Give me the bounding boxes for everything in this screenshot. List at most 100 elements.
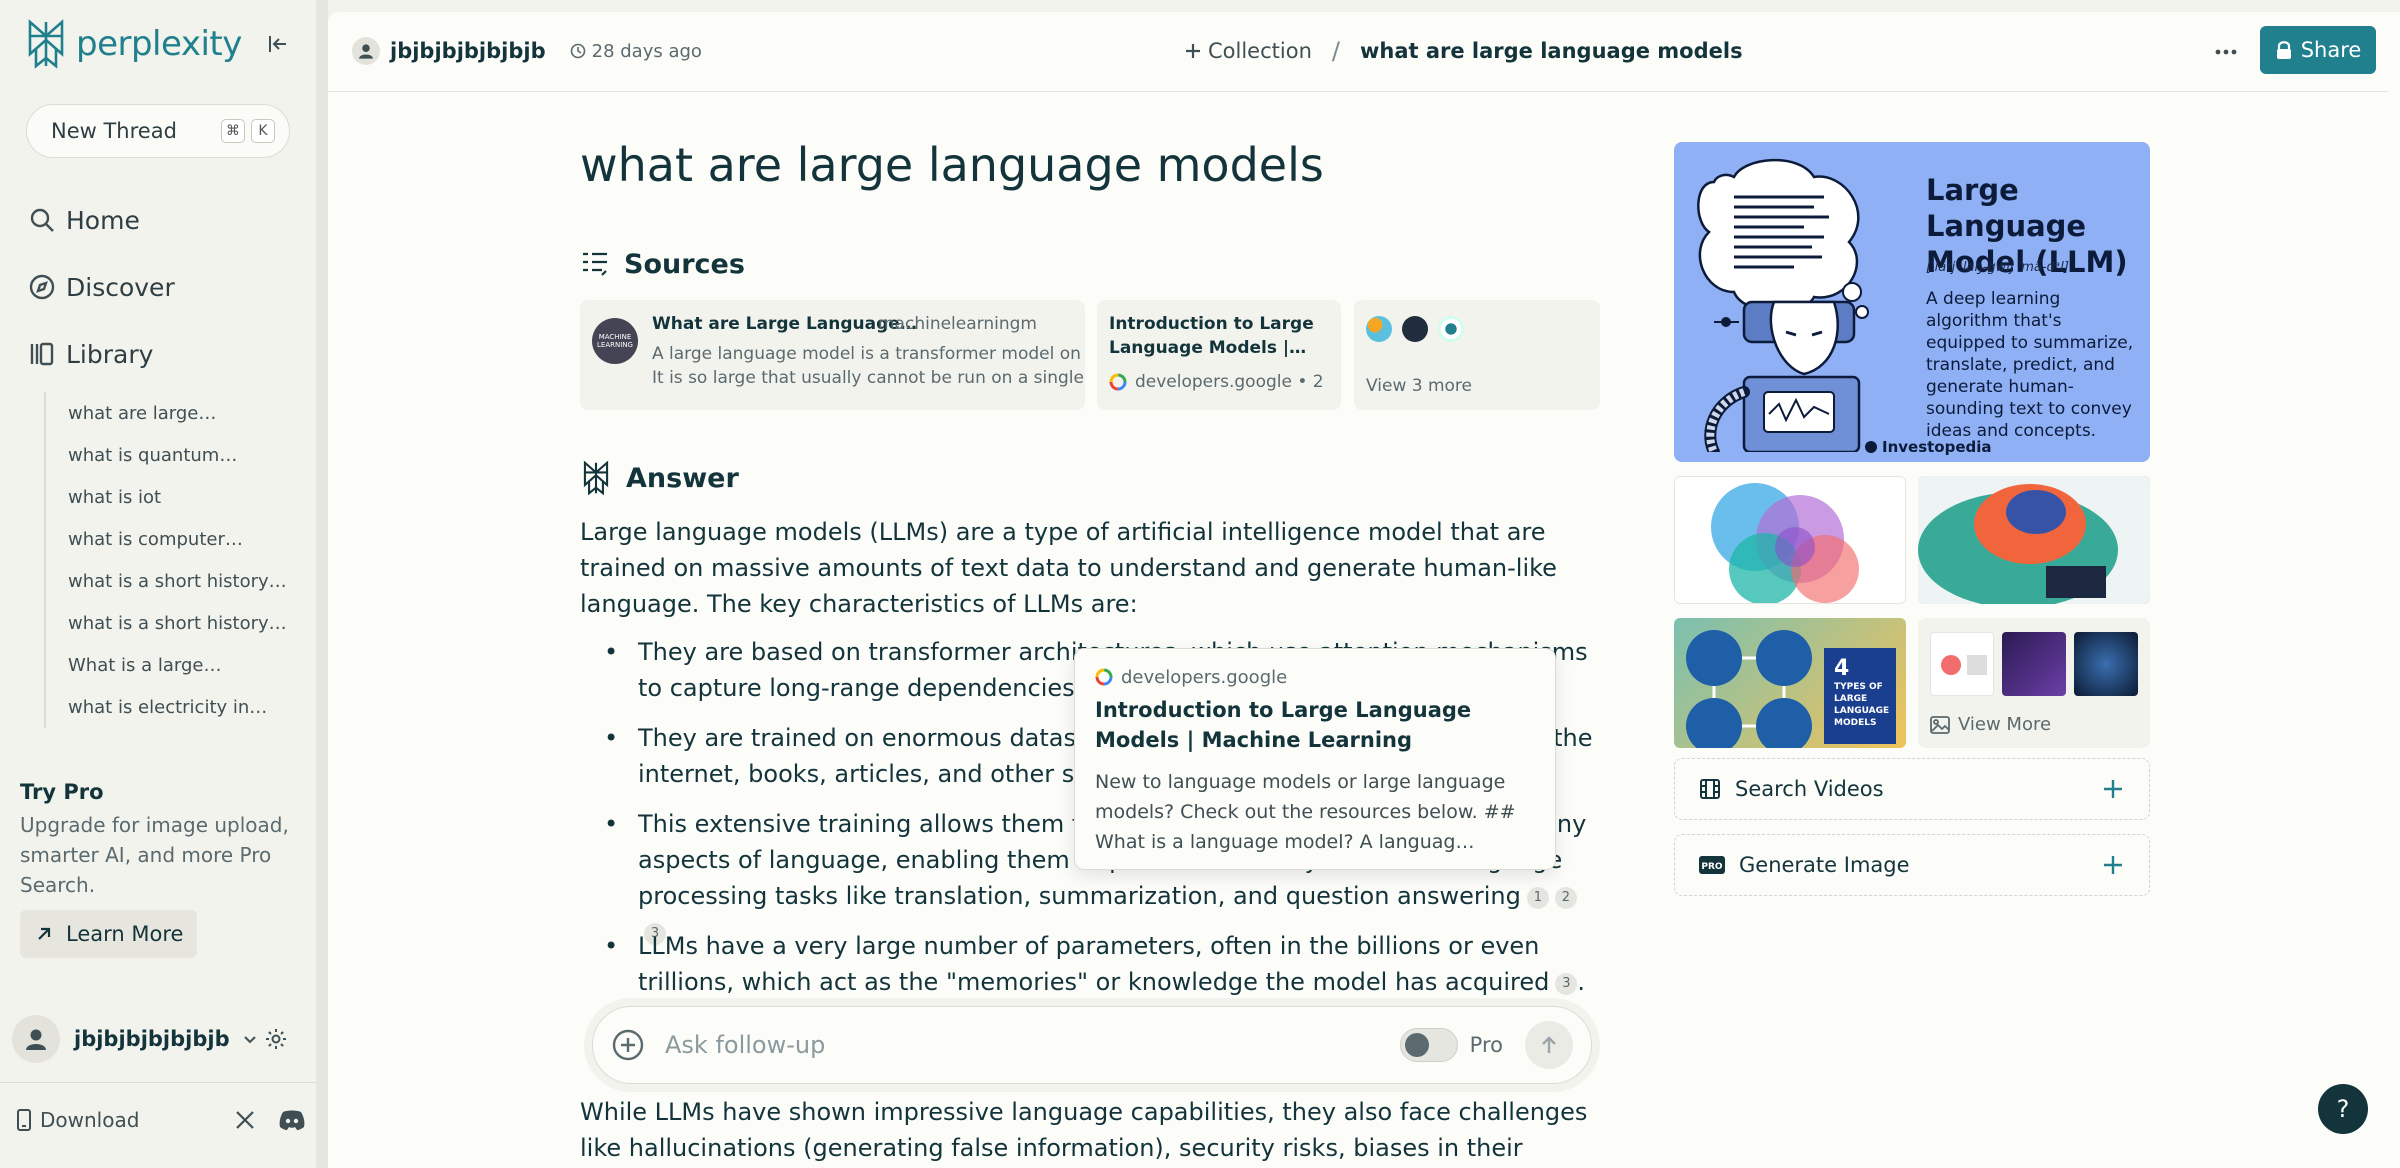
source-card[interactable]: MACHINE LEARNING What are Large Language… bbox=[580, 300, 1085, 410]
avatar bbox=[12, 1015, 60, 1063]
image-thumbnail[interactable]: 4 TYPES OF LARGE LANGUAGE MODELS bbox=[1674, 618, 1906, 748]
citation-badge[interactable]: 2 bbox=[1554, 887, 1577, 909]
download-link[interactable]: Download bbox=[40, 1108, 234, 1132]
ask-followup-input[interactable] bbox=[665, 1031, 1400, 1059]
sidebar-item-library[interactable]: Library bbox=[28, 334, 153, 374]
gear-icon[interactable] bbox=[264, 1027, 288, 1051]
film-icon bbox=[1700, 779, 1720, 799]
user-name: jbjbjbjbjbjbjb bbox=[74, 1027, 230, 1051]
logo[interactable]: perplexity bbox=[24, 16, 300, 72]
image-icon bbox=[1930, 715, 1950, 734]
shortcut-key-cmd: ⌘ bbox=[221, 119, 245, 143]
new-thread-button[interactable]: New Thread ⌘ K bbox=[26, 104, 290, 158]
view-more-sources-card[interactable]: View 3 more bbox=[1354, 300, 1600, 410]
try-pro-title: Try Pro bbox=[20, 780, 104, 804]
send-button[interactable] bbox=[1525, 1021, 1573, 1069]
generate-image-button[interactable]: PRO Generate Image bbox=[1674, 834, 2150, 896]
popover-domain: developers.google bbox=[1095, 663, 1535, 691]
help-button[interactable]: ? bbox=[2318, 1084, 2368, 1134]
image-thumbnail[interactable] bbox=[1674, 476, 1906, 604]
learn-more-button[interactable]: Learn More bbox=[20, 910, 198, 958]
page-title: what are large language models bbox=[580, 138, 1324, 192]
learn-more-label: Learn More bbox=[66, 922, 184, 946]
search-icon bbox=[30, 208, 54, 232]
sources-heading: Sources bbox=[580, 244, 745, 284]
answer-bullet: LLMs have a very large number of paramet… bbox=[604, 928, 1604, 1000]
thread-header: jbjbjbjbjbjbjb 28 days ago Collection / … bbox=[328, 12, 2388, 92]
types-count: 4 bbox=[1834, 656, 1850, 681]
compass-icon bbox=[29, 274, 55, 300]
hero-brand: Investopedia bbox=[1864, 438, 1992, 456]
source-card[interactable]: Introduction to Large Language Models |…… bbox=[1097, 300, 1341, 410]
library-item[interactable]: what is a short history… bbox=[46, 560, 294, 602]
lock-icon bbox=[2276, 41, 2291, 59]
source-thumb-text: MACHINE LEARNING bbox=[597, 333, 633, 349]
main-panel: jbjbjbjbjbjbjb 28 days ago Collection / … bbox=[328, 12, 2400, 1168]
mini-thumbnail bbox=[2002, 632, 2066, 696]
user-menu[interactable]: jbjbjbjbjbjbjb bbox=[12, 1012, 304, 1066]
view-more-row: View More bbox=[1930, 714, 2051, 735]
answer-heading: Answer bbox=[580, 458, 739, 498]
attach-plus-icon[interactable] bbox=[611, 1028, 645, 1062]
source-domain: machinelearningm bbox=[878, 314, 1037, 334]
library-item[interactable]: what is electricity in… bbox=[46, 686, 294, 728]
library-item[interactable]: what is a short history… bbox=[46, 602, 294, 644]
author-name: jbjbjbjbjbjbjb bbox=[390, 39, 546, 63]
plus-icon bbox=[2104, 780, 2122, 798]
thread-time-label: 28 days ago bbox=[591, 40, 702, 62]
bullet-text: LLMs have a very large number of paramet… bbox=[638, 932, 1550, 996]
add-to-collection-button[interactable]: Collection bbox=[1184, 39, 1312, 63]
view-more-label: View More bbox=[1958, 714, 2052, 735]
library-item[interactable]: what are large… bbox=[46, 392, 294, 434]
plus-icon bbox=[2104, 856, 2122, 874]
source-domain-label: developers.google • 2 bbox=[1135, 372, 1324, 392]
citation-badge[interactable]: 1 bbox=[1526, 887, 1549, 909]
search-videos-button[interactable]: Search Videos bbox=[1674, 758, 2150, 820]
x-twitter-icon[interactable] bbox=[234, 1109, 256, 1131]
source-domain: developers.google • 2 bbox=[1109, 372, 1324, 392]
sources-title: Sources bbox=[624, 248, 745, 280]
view-more-images-button[interactable]: View More bbox=[1918, 618, 2150, 748]
favicon-icon bbox=[1402, 316, 1428, 342]
sidebar-resize-handle[interactable] bbox=[316, 0, 328, 1168]
sidebar: perplexity New Thread ⌘ K Home Discover … bbox=[0, 0, 316, 1168]
breadcrumb: Collection / what are large language mod… bbox=[1184, 36, 1743, 66]
image-thumbnail[interactable] bbox=[1918, 476, 2150, 604]
download-row: Download bbox=[16, 1100, 306, 1140]
arrow-up-icon bbox=[1542, 1036, 1556, 1053]
library-item[interactable]: What is a large… bbox=[46, 644, 294, 686]
library-item[interactable]: what is quantum… bbox=[46, 434, 294, 476]
pro-label: Pro bbox=[1469, 1033, 1503, 1057]
hero-image[interactable]: Large Language Model (LLM) [ˈlärj ˈlaŋ-g… bbox=[1674, 142, 2150, 462]
source-title: Introduction to Large Language Models |… bbox=[1109, 314, 1314, 358]
thread-time: 28 days ago bbox=[570, 41, 702, 62]
more-options-button[interactable] bbox=[2208, 34, 2244, 70]
mini-thumbnail bbox=[1930, 632, 1994, 696]
view-more-sources-label: View 3 more bbox=[1366, 376, 1473, 396]
try-pro-description: Upgrade for image upload, smarter AI, an… bbox=[20, 813, 289, 897]
favicon-icon bbox=[1366, 316, 1392, 342]
citation-badge[interactable]: 3 bbox=[1555, 973, 1578, 995]
breadcrumb-title: what are large language models bbox=[1359, 39, 1743, 63]
source-snippet: A large language model is a transformer … bbox=[652, 342, 1084, 390]
pro-badge-icon: PRO bbox=[1699, 856, 1725, 874]
collection-label: Collection bbox=[1208, 39, 1312, 63]
share-button[interactable]: Share bbox=[2260, 26, 2376, 74]
avatar bbox=[352, 37, 380, 65]
sidebar-item-home[interactable]: Home bbox=[28, 200, 140, 240]
sidebar-item-discover[interactable]: Discover bbox=[28, 267, 175, 307]
divider bbox=[0, 1082, 316, 1083]
arrow-up-right-icon bbox=[38, 927, 51, 940]
pro-toggle[interactable] bbox=[1399, 1028, 1458, 1062]
discord-icon[interactable] bbox=[278, 1109, 306, 1131]
llm-robot-illustration bbox=[1697, 158, 1869, 452]
library-item[interactable]: what is computer… bbox=[46, 518, 294, 560]
google-icon bbox=[1095, 668, 1113, 686]
source-preview-popover[interactable]: developers.google Introduction to Large … bbox=[1074, 648, 1556, 870]
source-snippet-line: It is so large that usually cannot be ru… bbox=[652, 368, 1084, 388]
plus-icon bbox=[1186, 44, 1200, 58]
hero-pronunciation: [ˈlärj ˈlaŋ-gwij ˈmä-dᵊl] bbox=[1926, 260, 2069, 275]
library-item[interactable]: what is iot bbox=[46, 476, 294, 518]
sidebar-item-label: Home bbox=[66, 205, 140, 235]
collapse-sidebar-button[interactable] bbox=[262, 28, 294, 60]
